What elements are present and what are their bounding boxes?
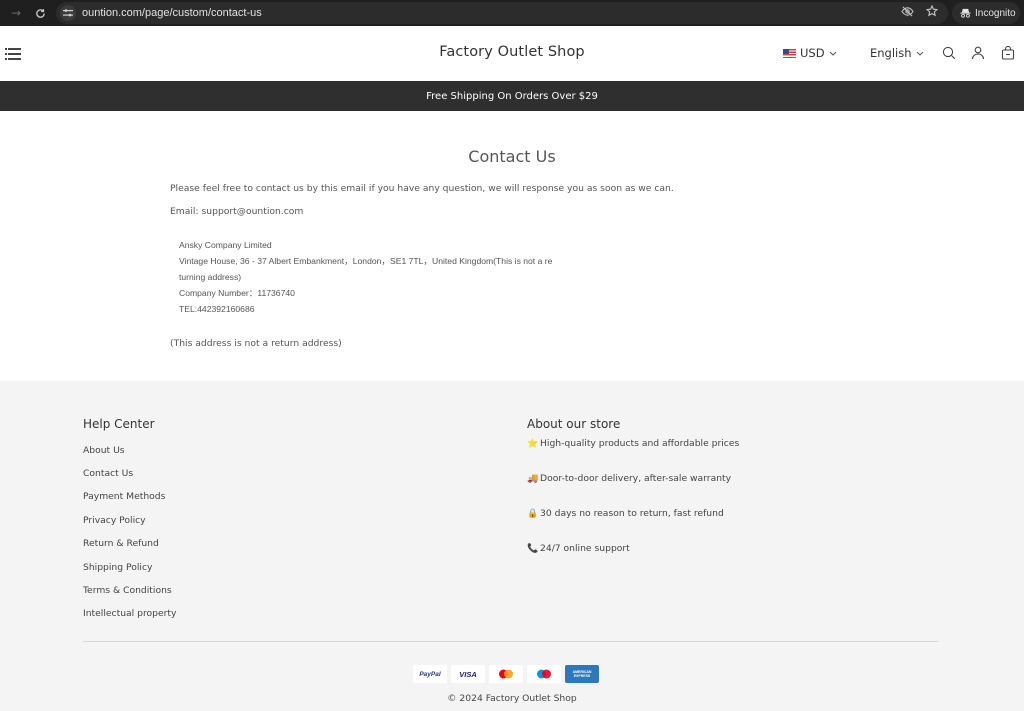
- footer-link-about-us[interactable]: About Us: [83, 445, 125, 456]
- footer-link-privacy-policy[interactable]: Privacy Policy: [83, 515, 146, 526]
- star-bookmark-icon[interactable]: [926, 5, 938, 17]
- about-item-delivery: 🚚 Door-to-door delivery, after-sale warr…: [527, 473, 731, 484]
- footer-link-intellectual-property[interactable]: Intellectual property: [83, 608, 176, 619]
- footer-link-payment-methods[interactable]: Payment Methods: [83, 491, 165, 502]
- lock-icon: 🔒: [527, 508, 539, 519]
- address-line: Vintage House, 36 - 37 Albert Embankment…: [179, 256, 553, 266]
- us-flag-icon: [783, 48, 796, 58]
- footer-link-shipping-policy[interactable]: Shipping Policy: [83, 562, 152, 573]
- help-center-title: Help Center: [83, 417, 155, 431]
- about-item-text: 24/7 online support: [540, 543, 630, 554]
- tune-icon: [63, 9, 73, 17]
- site-footer: Help Center About Us Contact Us Payment …: [0, 381, 1024, 711]
- url-text[interactable]: ountion.com/page/custom/contact-us: [82, 7, 262, 19]
- about-item-text: High-quality products and affordable pri…: [540, 438, 740, 449]
- eye-off-icon[interactable]: [901, 6, 914, 17]
- language-label: English: [870, 46, 912, 60]
- incognito-indicator[interactable]: Incognito: [952, 2, 1020, 24]
- maestro-icon: [527, 665, 561, 683]
- search-icon[interactable]: [942, 46, 956, 60]
- about-item-refund: 🔒 30 days no reason to return, fast refu…: [527, 508, 724, 519]
- incognito-icon: [960, 8, 971, 18]
- cart-bag-icon[interactable]: [1001, 46, 1015, 60]
- delivery-icon: 🚚: [527, 473, 539, 484]
- reload-button[interactable]: [28, 1, 52, 25]
- arrow-right-icon: →: [10, 6, 22, 20]
- company-address-block: Ansky Company Limited Vintage House, 36 …: [179, 237, 599, 317]
- intro-text: Please feel free to contact us by this e…: [170, 183, 674, 194]
- incognito-label: Incognito: [975, 7, 1016, 19]
- return-address-note: (This address is not a return address): [170, 338, 342, 349]
- address-line-cont: turning address): [179, 272, 242, 282]
- payment-methods: PayPal VISA AMERICAN EXPRESS: [413, 665, 599, 683]
- announcement-bar: Free Shipping On Orders Over $29: [0, 81, 1024, 111]
- chevron-down-icon: [916, 51, 923, 56]
- visa-icon: VISA: [451, 665, 485, 683]
- paypal-icon: PayPal: [413, 665, 447, 683]
- page-title: Contact Us: [468, 147, 556, 166]
- account-icon[interactable]: [971, 46, 985, 60]
- currency-label: USD: [800, 46, 825, 60]
- phone-icon: 📞: [527, 543, 539, 554]
- telephone: TEL:442392160686: [179, 304, 255, 314]
- about-store-title: About our store: [527, 417, 621, 431]
- browser-toolbar: → ountion.com/page/custom/contact-us Inc…: [0, 0, 1024, 26]
- currency-selector[interactable]: USD: [783, 46, 837, 60]
- about-item-quality: ⭐ High-quality products and affordable p…: [527, 438, 739, 449]
- about-item-text: Door-to-door delivery, after-sale warran…: [540, 473, 732, 484]
- site-header: Factory Outlet Shop USD English: [0, 26, 1024, 81]
- footer-link-return-refund[interactable]: Return & Refund: [83, 538, 159, 549]
- company-name: Ansky Company Limited: [179, 240, 272, 250]
- footer-divider: [83, 641, 938, 642]
- site-info-button[interactable]: [60, 5, 76, 21]
- mastercard-icon: [489, 665, 523, 683]
- chevron-down-icon: [829, 51, 836, 56]
- copyright-text: © 2024 Factory Outlet Shop: [447, 693, 577, 704]
- address-bar[interactable]: ountion.com/page/custom/contact-us: [56, 2, 948, 24]
- amex-icon: AMERICAN EXPRESS: [565, 665, 599, 683]
- reload-icon: [35, 8, 45, 18]
- star-icon: ⭐: [527, 438, 539, 449]
- footer-link-contact-us[interactable]: Contact Us: [83, 468, 133, 479]
- email-text: Email: support@ountion.com: [170, 206, 304, 217]
- forward-button[interactable]: →: [4, 1, 28, 25]
- contact-page-content: Contact Us Please feel free to contact u…: [0, 111, 1024, 381]
- company-number: Company Number：11736740: [179, 288, 295, 298]
- footer-link-terms-conditions[interactable]: Terms & Conditions: [83, 585, 172, 596]
- about-item-text: 30 days no reason to return, fast refund: [540, 508, 724, 519]
- about-item-support: 📞 24/7 online support: [527, 543, 630, 554]
- language-selector[interactable]: English: [870, 46, 924, 60]
- announcement-text: Free Shipping On Orders Over $29: [426, 90, 598, 102]
